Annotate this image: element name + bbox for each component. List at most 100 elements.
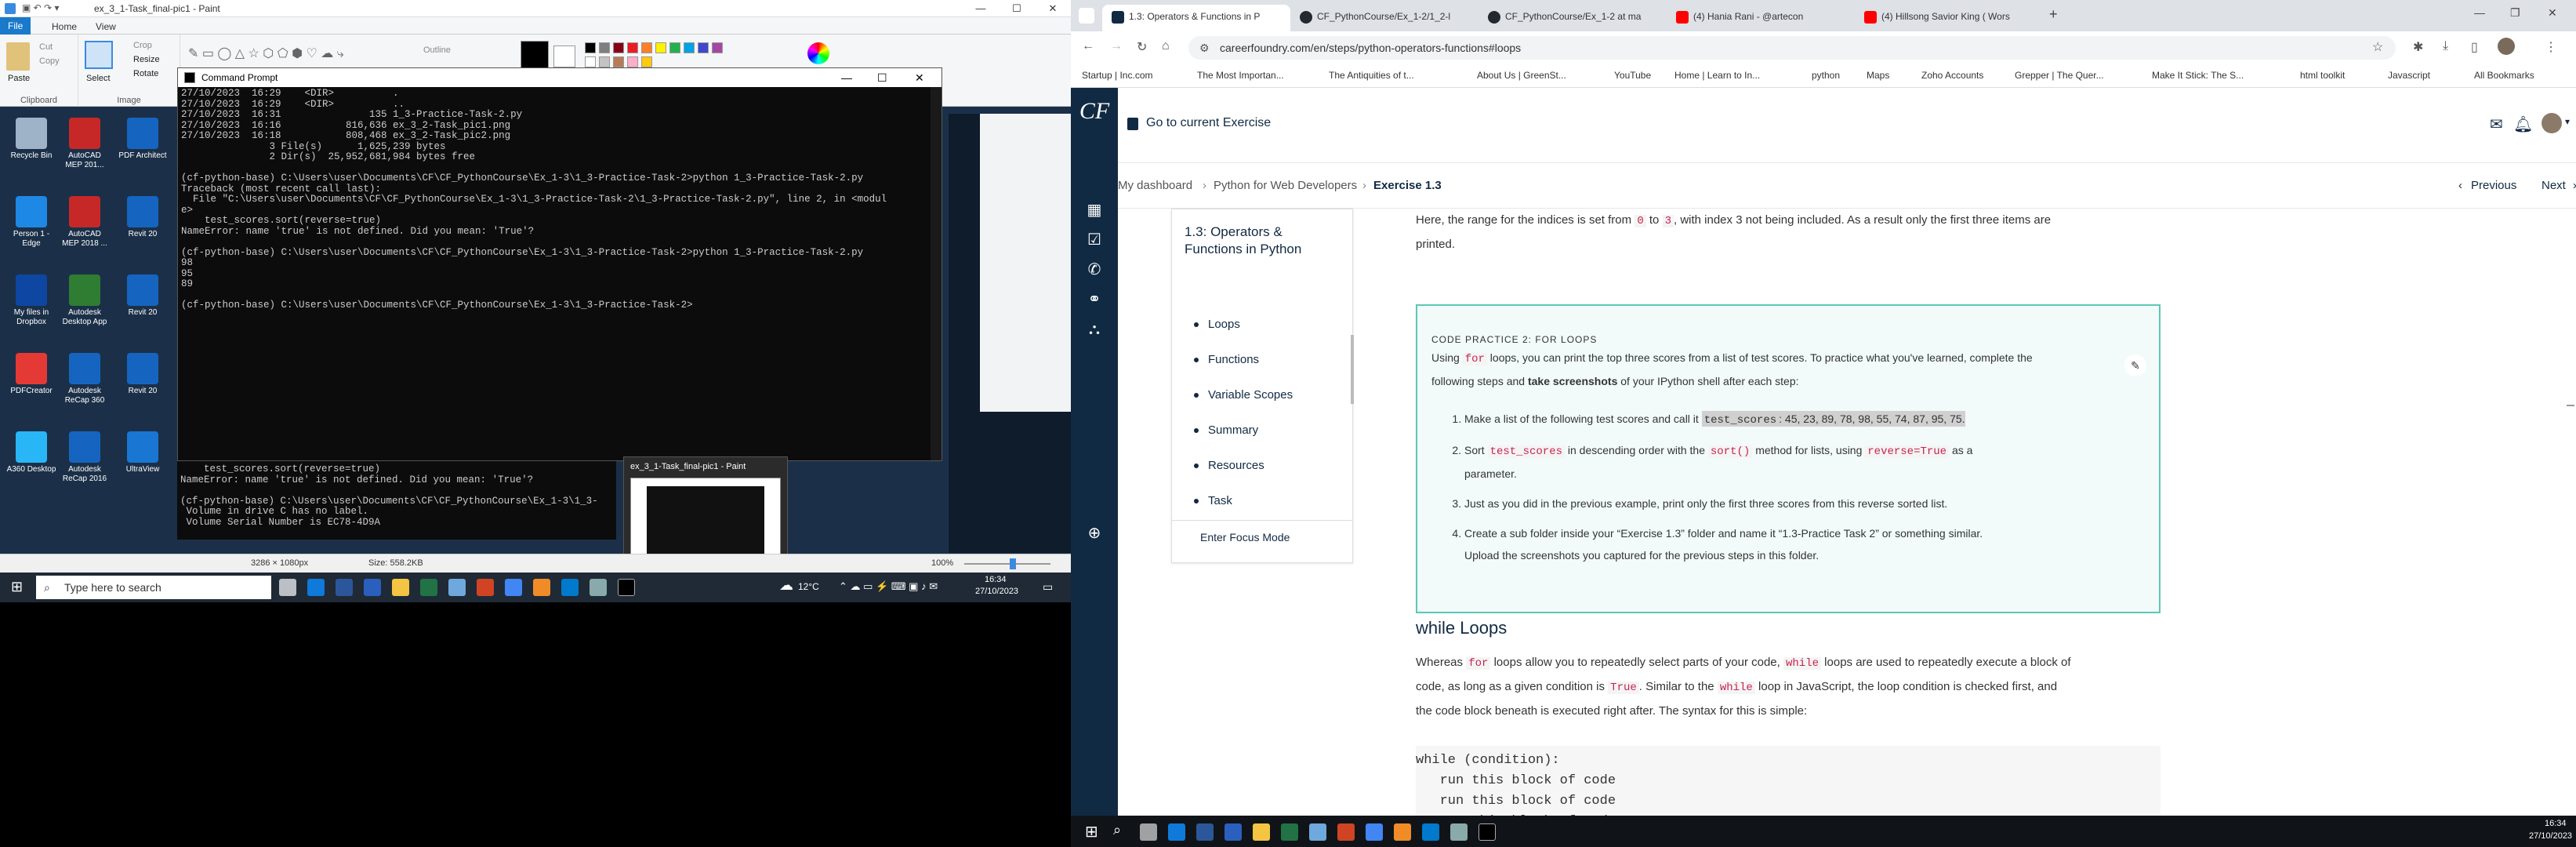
clock-time[interactable]: 16:34 [985, 575, 1007, 584]
rotate-button[interactable]: Rotate [133, 69, 158, 78]
minimize-icon[interactable]: — [963, 0, 999, 17]
zoom-slider-thumb[interactable] [1010, 558, 1016, 569]
app-icon[interactable] [1309, 823, 1326, 841]
bookmark-item[interactable]: YouTube [1614, 70, 1651, 81]
desktop-icon[interactable]: Autodesk Desktop App [60, 274, 110, 327]
palette-swatch[interactable] [684, 42, 695, 53]
breadcrumb-course[interactable]: Python for Web Developers [1214, 179, 1357, 192]
cmd-output[interactable]: 27/10/2023 16:29 <DIR> . 27/10/2023 16:2… [178, 87, 942, 313]
bookmark-item[interactable]: Maps [1867, 70, 1889, 81]
home-icon[interactable]: ⌂ [1162, 39, 1170, 53]
outline-button[interactable]: Outline [423, 45, 451, 55]
desktop-icon[interactable]: Revit 20 [118, 274, 168, 318]
browser-minimize-icon[interactable]: — [2474, 6, 2485, 19]
cmd-close-icon[interactable]: ✕ [915, 68, 924, 87]
bookmark-star-icon[interactable]: ☆ [2372, 36, 2383, 60]
browser-tab[interactable]: (4) Hillsong Savior King ( Wors [1855, 5, 2043, 31]
menu-icon[interactable]: ⋮ [2545, 39, 2557, 55]
help-icon[interactable]: ⊕ [1085, 524, 1104, 543]
tab-home[interactable]: Home [44, 20, 85, 34]
file-explorer-icon[interactable] [392, 579, 409, 596]
focus-mode-button[interactable]: Enter Focus Mode [1200, 531, 1290, 543]
bookmark-item[interactable]: About Us | GreenSt... [1477, 70, 1566, 81]
paint-taskbar-icon[interactable] [590, 579, 607, 596]
tab-view[interactable]: View [88, 20, 124, 34]
desktop-icon[interactable]: AutoCAD MEP 201... [60, 118, 110, 170]
store-icon[interactable] [1196, 823, 1214, 841]
windows-start-icon[interactable]: ⊞ [1085, 822, 1098, 842]
palette-swatch[interactable] [613, 56, 624, 67]
forward-icon[interactable]: → [1110, 39, 1123, 53]
bookmark-item[interactable]: Home | Learn to In... [1674, 70, 1760, 81]
vscode-icon[interactable] [561, 579, 579, 596]
desktop-icon[interactable]: Recycle Bin [6, 118, 56, 161]
zoom-slider[interactable] [964, 563, 1050, 565]
windows-start-icon[interactable]: ⊞ [11, 579, 23, 595]
previous-button[interactable]: Previous [2471, 179, 2516, 192]
bookmark-item[interactable]: Javascript [2388, 70, 2430, 81]
bookmark-item[interactable]: All Bookmarks [2474, 70, 2534, 81]
cmd-minimize-icon[interactable]: — [841, 68, 852, 87]
weather-icon[interactable]: ☁ [779, 577, 793, 594]
mail-icon[interactable]: ✉ [2490, 115, 2503, 134]
chrome-icon[interactable] [505, 579, 522, 596]
toc-item[interactable]: Functions [1194, 353, 1259, 366]
notification-icon[interactable]: ▭ [1043, 580, 1053, 594]
palette-swatch[interactable] [655, 42, 666, 53]
url-input[interactable]: ⚙ careerfoundry.com/en/steps/python-oper… [1188, 36, 2396, 60]
browser-close-icon[interactable]: ✕ [2548, 6, 2557, 20]
chevron-down-icon[interactable]: ▾ [2565, 116, 2570, 127]
word-icon[interactable] [1225, 823, 1242, 841]
toc-item[interactable]: Variable Scopes [1194, 388, 1293, 402]
desktop-icon[interactable]: Autodesk ReCap 360 [60, 353, 110, 405]
tab-search-icon[interactable] [1079, 8, 1094, 24]
bookmark-item[interactable]: html toolkit [2300, 70, 2345, 81]
palette-swatch[interactable] [599, 56, 610, 67]
desktop-icon[interactable]: Revit 20 [118, 196, 168, 239]
task-view-icon[interactable] [279, 579, 296, 596]
browser-tab[interactable]: CF_PythonCourse/Ex_1-2 at ma [1478, 5, 1667, 31]
search-icon[interactable]: ⌕ [1113, 822, 1121, 838]
clock-date[interactable]: 27/10/2023 [2529, 831, 2572, 841]
task-view-icon[interactable] [1140, 823, 1157, 841]
org-chart-icon[interactable]: ⛬ [1085, 320, 1104, 339]
toc-item[interactable]: Summary [1194, 424, 1258, 437]
edge-icon[interactable] [307, 579, 325, 596]
back-icon[interactable]: ← [1082, 39, 1094, 53]
desktop-icon[interactable]: Person 1 - Edge [6, 196, 56, 249]
toc-item[interactable]: Loops [1194, 318, 1240, 331]
desktop-icon[interactable]: AutoCAD MEP 2018 ... [60, 196, 110, 249]
sublime-icon[interactable] [1394, 823, 1411, 841]
select-button[interactable]: Select [86, 74, 111, 83]
copy-button[interactable]: Copy [39, 56, 60, 66]
bookmark-item[interactable]: The Most Importan... [1197, 70, 1284, 81]
bookmark-item[interactable]: Zoho Accounts [1921, 70, 1983, 81]
color1-swatch[interactable] [521, 41, 549, 69]
breadcrumb-dashboard[interactable]: My dashboard [1118, 179, 1192, 192]
shapes-gallery[interactable]: ✎ ▭ ◯ △ ☆ ⬡ ⬠ ⬢ ♡ ☁ ⤷ [188, 45, 463, 69]
toc-scrollbar[interactable] [1351, 335, 1354, 404]
select-icon[interactable] [85, 41, 113, 69]
taskbar-search-box[interactable]: ⌕ Type here to search [36, 576, 271, 599]
edit-colors-icon[interactable] [807, 42, 829, 64]
desktop-icon[interactable]: My files in Dropbox [6, 274, 56, 327]
acrobat-icon[interactable] [1337, 823, 1355, 841]
app-icon[interactable] [448, 579, 466, 596]
palette-swatch[interactable] [641, 42, 652, 53]
chevron-left-icon[interactable]: ‹ [2458, 179, 2462, 192]
cmd-maximize-icon[interactable]: ☐ [877, 68, 887, 87]
palette-swatch[interactable] [669, 42, 680, 53]
close-icon[interactable]: ✕ [1035, 0, 1071, 17]
cf-logo[interactable]: CF [1071, 88, 1118, 135]
sublime-icon[interactable] [533, 579, 550, 596]
palette-swatch[interactable] [627, 56, 638, 67]
clock-date[interactable]: 27/10/2023 [975, 587, 1018, 596]
palette-swatch[interactable] [599, 42, 610, 53]
store-icon[interactable] [336, 579, 353, 596]
browser-maximize-icon[interactable]: ❐ [2510, 6, 2520, 20]
file-explorer-icon[interactable] [1253, 823, 1270, 841]
bookmark-item[interactable]: Startup | Inc.com [1082, 70, 1153, 81]
palette-swatch[interactable] [641, 56, 652, 67]
paint-taskbar-icon[interactable] [1450, 823, 1468, 841]
command-prompt-window[interactable]: Command Prompt — ☐ ✕ 27/10/2023 16:29 <D… [177, 67, 942, 461]
